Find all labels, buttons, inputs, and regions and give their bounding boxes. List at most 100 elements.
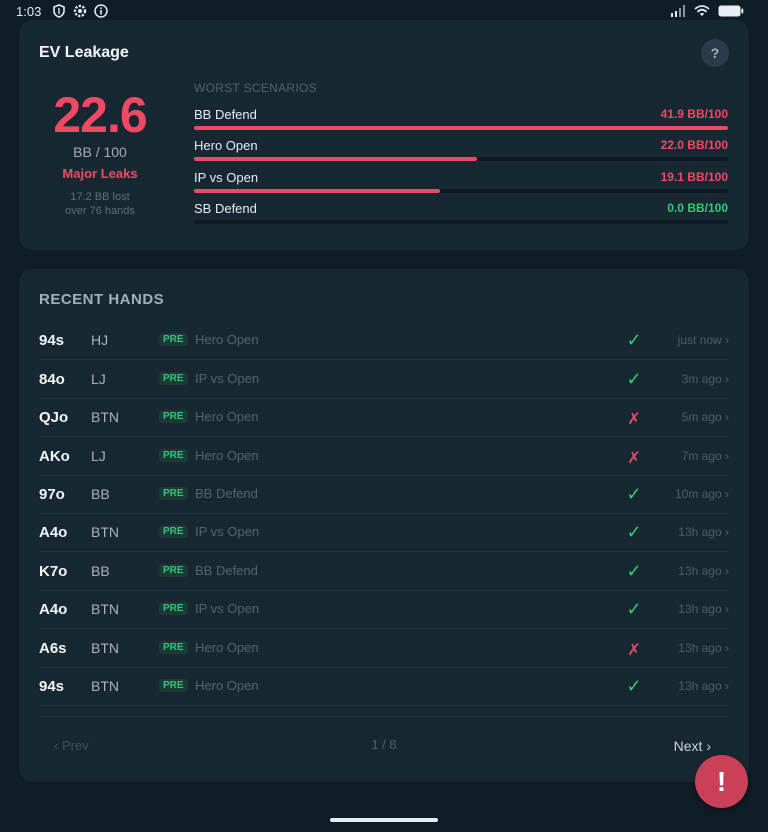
hand-cards: A4o (39, 601, 68, 618)
result-icon: ✗ (627, 411, 641, 428)
street-badge: PRE (159, 410, 188, 423)
hand-time: just now › (677, 333, 729, 347)
hand-scenario: IP vs Open (195, 601, 260, 616)
hand-position: BB (91, 486, 110, 502)
hand-cards: K7o (39, 563, 68, 580)
report-leak-fab-button[interactable]: ! (695, 755, 748, 808)
hand-time: 7m ago › (681, 449, 729, 463)
hand-time: 5m ago › (681, 410, 729, 424)
result-icon: ✗ (627, 642, 641, 659)
scenario-bar-fill (194, 189, 440, 193)
scenario-value: 19.1 BB/100 (660, 170, 728, 184)
hand-row[interactable]: A4o BTN PRE IP vs Open ✓ 13h ago › (39, 513, 729, 552)
leak-status-label: Major Leaks (62, 166, 138, 181)
hand-cards: AKo (39, 448, 70, 465)
hand-position: BTN (91, 601, 119, 617)
pagination-divider (39, 716, 729, 717)
scenario-bar-fill (194, 157, 478, 161)
help-button[interactable]: ? (701, 39, 729, 67)
ev-leakage-card: EV Leakage ? 22.6 BB / 100 Major Leaks 1… (19, 20, 749, 250)
hand-position: BB (91, 563, 110, 579)
hand-cards: A4o (39, 524, 68, 541)
scenario-bar-fill (194, 126, 728, 130)
result-icon: ✓ (626, 369, 642, 389)
result-icon: ✗ (627, 450, 641, 467)
hand-position: HJ (91, 332, 109, 348)
hand-scenario: BB Defend (195, 563, 258, 578)
hand-row[interactable]: A4o BTN PRE IP vs Open ✓ 13h ago › (39, 590, 729, 629)
scenario-bar-track (194, 220, 728, 224)
result-icon: ✓ (626, 484, 642, 504)
scenario-row: Hero Open 22.0 BB/100 (194, 138, 728, 166)
settings-icon (73, 4, 87, 18)
page-indicator: 1 / 8 (371, 737, 397, 752)
hand-time: 13h ago › (678, 679, 729, 693)
ev-leak-unit: BB / 100 (73, 144, 127, 160)
status-time: 1:03 (16, 4, 42, 19)
scenario-row: SB Defend 0.0 BB/100 (194, 201, 728, 229)
hand-cards: A6s (39, 640, 67, 657)
hand-row[interactable]: A6s BTN PRE Hero Open ✗ 13h ago › (39, 629, 729, 668)
bb-lost-text: 17.2 BB lost (70, 191, 130, 203)
hand-position: LJ (91, 371, 106, 387)
hand-scenario: IP vs Open (195, 524, 260, 539)
street-badge: PRE (159, 333, 188, 346)
street-badge: PRE (159, 487, 188, 500)
hand-position: BTN (91, 678, 119, 694)
hand-scenario: BB Defend (195, 486, 258, 501)
result-icon: ✓ (626, 330, 642, 350)
hand-time: 3m ago › (681, 372, 729, 386)
result-icon: ✓ (626, 561, 642, 581)
hand-row[interactable]: K7o BB PRE BB Defend ✓ 13h ago › (39, 552, 729, 591)
scenario-name: Hero Open (194, 138, 258, 153)
scenario-name: IP vs Open (194, 170, 259, 185)
hand-cards: 94s (39, 678, 65, 695)
battery-icon (718, 5, 744, 17)
hand-scenario: Hero Open (195, 640, 259, 655)
hands-count-text: over 76 hands (65, 205, 135, 217)
hand-position: BTN (91, 524, 119, 540)
hand-cards: 97o (39, 486, 65, 503)
hand-scenario: Hero Open (195, 332, 259, 347)
next-page-button[interactable]: Next › (674, 738, 711, 754)
hand-time: 13h ago › (678, 564, 729, 578)
scenario-value: 22.0 BB/100 (660, 138, 728, 152)
recent-hands-card: RECENT HANDS 94s HJ PRE Hero Open ✓ just… (19, 269, 749, 782)
hand-row[interactable]: QJo BTN PRE Hero Open ✗ 5m ago › (39, 398, 729, 437)
scenario-name: SB Defend (194, 201, 257, 216)
scenario-row: BB Defend 41.9 BB/100 (194, 107, 728, 135)
hand-position: BTN (91, 409, 119, 425)
home-indicator[interactable] (330, 818, 438, 822)
hand-time: 10m ago › (674, 487, 729, 501)
street-badge: PRE (159, 679, 188, 692)
hand-cards: 94s (39, 332, 65, 349)
hand-time: 13h ago › (678, 641, 729, 655)
street-badge: PRE (159, 372, 188, 385)
street-badge: PRE (159, 602, 188, 615)
hand-time: 13h ago › (678, 525, 729, 539)
hand-row[interactable]: 84o LJ PRE IP vs Open ✓ 3m ago › (39, 360, 729, 399)
hand-time: 13h ago › (678, 602, 729, 616)
hand-scenario: Hero Open (195, 409, 259, 424)
ev-leak-value: 22.6 (53, 87, 147, 143)
scenario-bar-track (194, 157, 728, 161)
scenario-row: IP vs Open 19.1 BB/100 (194, 170, 728, 198)
street-badge: PRE (159, 564, 188, 577)
result-icon: ✓ (626, 522, 642, 542)
shield-icon (53, 4, 65, 18)
hand-scenario: Hero Open (195, 448, 259, 463)
scenario-value: 0.0 BB/100 (667, 201, 728, 215)
result-icon: ✓ (626, 599, 642, 619)
hand-row[interactable]: 94s HJ PRE Hero Open ✓ just now › (39, 321, 729, 360)
result-icon: ✓ (626, 676, 642, 696)
wifi-icon (694, 5, 710, 16)
hand-position: LJ (91, 448, 106, 464)
street-badge: PRE (159, 641, 188, 654)
scenario-bar-track (194, 126, 728, 130)
hand-row[interactable]: 94s BTN PRE Hero Open ✓ 13h ago › (39, 667, 729, 706)
hand-row[interactable]: AKo LJ PRE Hero Open ✗ 7m ago › (39, 437, 729, 476)
hand-cards: 84o (39, 371, 65, 388)
hand-row[interactable]: 97o BB PRE BB Defend ✓ 10m ago › (39, 475, 729, 514)
signal-icon (671, 5, 685, 17)
hand-scenario: Hero Open (195, 678, 259, 693)
